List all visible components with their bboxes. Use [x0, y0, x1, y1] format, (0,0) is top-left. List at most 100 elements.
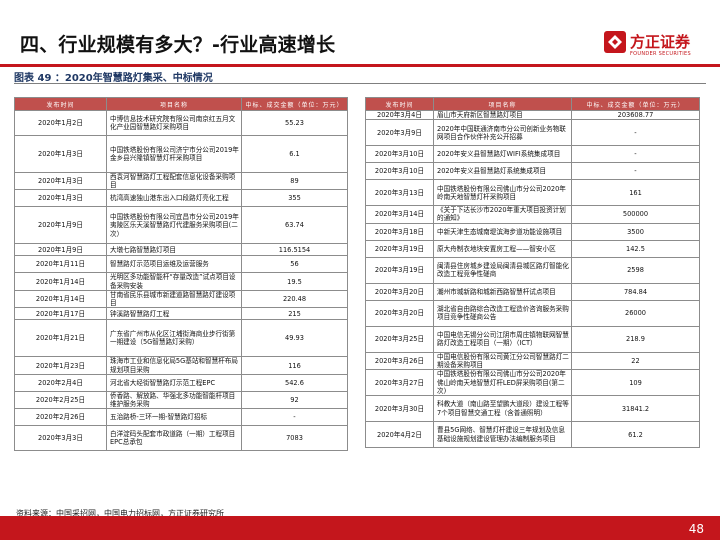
cell-amount: 22 [571, 351, 700, 371]
table-row: 2020年3月10日 2020年安义县智慧路灯WIFI系统集成项目 - [365, 145, 700, 164]
logo-text-en: FOUNDER SECURITIES [630, 51, 691, 57]
table-header-row: 发布时间 项目名称 中标、成交金额（单位：万元） [14, 97, 348, 111]
cell-date: 2020年2月4日 [14, 373, 107, 392]
cell-project-name: 2020年安义县智慧路灯系统集成项目 [433, 162, 572, 181]
cell-project-name: 潮州市城新路和城新西路智慧杆试点项目 [433, 282, 572, 301]
cell-amount: 19.5 [241, 272, 348, 291]
cell-amount: 7083 [241, 425, 348, 452]
cell-project-name: 白洋淀码头配套市政道路（一期）工程项目EPC总承包 [106, 425, 242, 452]
table-row: 2020年3月4日 眉山市天府新区智慧路灯项目 203608.77 [365, 109, 700, 121]
table-row: 2020年3月13日 中国铁塔股份有限公司佛山市分公司2020年岭南天地智慧灯杆采… [365, 179, 700, 207]
cell-date: 2020年3月10日 [365, 162, 434, 181]
cell-project-name: 《关于下达长沙市2020年重大项目投资计划的通知》 [433, 205, 572, 224]
table-row: 2020年3月10日 2020年安义县智慧路灯系统集成项目 - [365, 162, 700, 181]
cell-amount: 55.23 [241, 110, 348, 136]
table-row: 2020年1月17日 钟溪路智慧路灯工程 215 [14, 307, 348, 321]
cell-amount: - [571, 145, 700, 164]
cell-amount: 6.1 [241, 135, 348, 173]
cell-amount: 203608.77 [571, 109, 700, 121]
cell-amount: 56 [241, 255, 348, 274]
cell-date: 2020年3月10日 [365, 145, 434, 164]
table-row: 2020年3月9日 2020年中国联通济南市分公司创新业务物联网项目合作伙伴补充公… [365, 119, 700, 147]
cell-amount: 31841.2 [571, 395, 700, 423]
table-row: 2020年3月19日 原大舟制衣地块安置房工程——智安小区 142.5 [365, 239, 700, 258]
cell-date: 2020年4月2日 [365, 421, 434, 449]
footer-bar [0, 516, 720, 540]
cell-date: 2020年1月21日 [14, 319, 107, 358]
cell-amount: 220.48 [241, 289, 348, 309]
table-row: 2020年3月14日 《关于下达长沙市2020年重大项目投资计划的通知》 50000… [365, 205, 700, 224]
cell-amount: 63.74 [241, 206, 348, 245]
cell-amount: - [571, 162, 700, 181]
cell-amount: 500000 [571, 205, 700, 224]
cell-date: 2020年1月3日 [14, 135, 107, 173]
table-row: 2020年1月14日 甘南省民乐县城市新建道路智慧路灯建设项目 220.48 [14, 289, 348, 309]
cell-project-name: 中新天津生态城南堤滨海步道功能设施项目 [433, 222, 572, 241]
cell-project-name: 中博信息技术研究院有限公司南京红五月文化产业园智慧路灯采购项目 [106, 110, 242, 136]
logo-text-cn: 方正证券 [630, 33, 691, 51]
cell-project-name: 中国铁塔股份有限公司佛山市分公司2020年佛山岭南天地智慧灯杆LED屏采购项目(… [433, 369, 572, 397]
cell-date: 2020年3月19日 [365, 256, 434, 284]
table-row: 2020年3月27日 中国铁塔股份有限公司佛山市分公司2020年佛山岭南天地智慧灯… [365, 369, 700, 397]
cell-amount: 92 [241, 390, 348, 410]
page-title: 四、行业规模有多大？-行业高速增长 [20, 34, 336, 56]
cell-amount: 116 [241, 356, 348, 375]
table-header-row: 发布时间 项目名称 中标、成交金额（单位：万元） [365, 97, 700, 111]
cell-amount: 109 [571, 369, 700, 397]
bid-table-right: 发布时间 项目名称 中标、成交金额（单位：万元） 2020年3月4日 眉山市天府新… [365, 97, 700, 449]
founder-logo-icon [604, 31, 626, 53]
cell-amount: 784.84 [571, 282, 700, 301]
cell-date: 2020年3月25日 [365, 325, 434, 353]
figure-caption: 图表 49 ：2020年智慧路灯集采、中标情况 [14, 73, 213, 84]
cell-project-name: 五治路桥-三环一期-智慧路灯招标 [106, 408, 242, 427]
header-amount: 中标、成交金额（单位：万元） [241, 97, 348, 111]
cell-project-name: 中国铁塔股份有限公司佛山市分公司2020年岭南天地智慧灯杆采购项目 [433, 179, 572, 207]
cell-date: 2020年3月3日 [14, 425, 107, 452]
cell-amount: - [571, 119, 700, 147]
cell-project-name: 科教大道（南山路至望鹏大道段）建设工程等7个项目智慧交通工程（含普通照明） [433, 395, 572, 423]
cell-date: 2020年1月17日 [14, 307, 107, 321]
table-row: 2020年3月20日 潮州市城新路和城新西路智慧杆试点项目 784.84 [365, 282, 700, 301]
cell-project-name: 湖北省自由路综合改造工程造价咨询服务采购项目竞争性磋商公告 [433, 299, 572, 327]
cell-project-name: 曹县5G网络、智慧灯杆建设三年规划及信息基础设施规划建设管理办法编制服务项目 [433, 421, 572, 449]
cell-project-name: 侨香路、解放路、华强北多功能智能杆项目维护服务采购 [106, 390, 242, 410]
table-row: 2020年1月3日 杭湾高速独山港东出入口段路灯亮化工程 355 [14, 189, 348, 208]
cell-project-name: 2020年中国联通济南市分公司创新业务物联网项目合作伙伴补充公开招募 [433, 119, 572, 147]
cell-date: 2020年1月3日 [14, 189, 107, 208]
cell-amount: 161 [571, 179, 700, 207]
cell-amount: 355 [241, 189, 348, 208]
table-row: 2020年3月19日 闽清县住房城乡建设局闽清县城区路灯智能化改造工程竞争性磋商 2… [365, 256, 700, 284]
cell-date: 2020年2月26日 [14, 408, 107, 427]
cell-date: 2020年3月30日 [365, 395, 434, 423]
cell-date: 2020年3月18日 [365, 222, 434, 241]
header-date: 发布时间 [365, 97, 434, 111]
cell-project-name: 中国电信无锡分公司江阴市周庄镇物联网智慧路灯改造工程项目（一期）（ICT） [433, 325, 572, 353]
header-project: 项目名称 [106, 97, 242, 111]
cell-date: 2020年3月26日 [365, 351, 434, 371]
cell-project-name: 眉山市天府新区智慧路灯项目 [433, 109, 572, 121]
cell-amount: 116.5154 [241, 243, 348, 257]
table-row: 2020年1月14日 光明区多功能智能杆“存量改造”试点项目设备采购安装 19.5 [14, 272, 348, 291]
cell-date: 2020年1月2日 [14, 110, 107, 136]
cell-date: 2020年1月14日 [14, 272, 107, 291]
header-amount: 中标、成交金额（单位：万元） [571, 97, 700, 111]
table-row: 2020年2月25日 侨香路、解放路、华强北多功能智能杆项目维护服务采购 92 [14, 390, 348, 410]
cell-project-name: 中国铁塔股份有限公司济宁市分公司2019年金乡县兴隆镇智慧灯杆采购项目 [106, 135, 242, 173]
cell-project-name: 中国电信股份有限公司黄江分公司智慧路灯二期设备采购项目 [433, 351, 572, 371]
table-row: 2020年3月20日 湖北省自由路综合改造工程造价咨询服务采购项目竞争性磋商公告 2… [365, 299, 700, 327]
table-row: 2020年3月26日 中国电信股份有限公司黄江分公司智慧路灯二期设备采购项目 22 [365, 351, 700, 371]
table-row: 2020年3月3日 白洋淀码头配套市政道路（一期）工程项目EPC总承包 7083 [14, 425, 348, 452]
table-row: 2020年1月9日 大墩七路智慧路灯项目 116.5154 [14, 243, 348, 257]
cell-date: 2020年3月4日 [365, 109, 434, 121]
cell-project-name: 珠海市工业和信息化局5G基站和智慧杆布局规划项目采购 [106, 356, 242, 375]
cell-date: 2020年3月13日 [365, 179, 434, 207]
cell-project-name: 中国铁塔股份有限公司宜昌市分公司2019年夷陵区乐天溪智慧路灯代建服务采购项目(… [106, 206, 242, 245]
founder-securities-logo: 方正证券 FOUNDER SECURITIES [604, 31, 700, 65]
table-row: 2020年2月26日 五治路桥-三环一期-智慧路灯招标 - [14, 408, 348, 427]
cell-date: 2020年1月9日 [14, 243, 107, 257]
cell-date: 2020年1月9日 [14, 206, 107, 245]
cell-amount: 218.9 [571, 325, 700, 353]
cell-amount: 2598 [571, 256, 700, 284]
cell-project-name: 智慧路灯示范项目运维及运营服务 [106, 255, 242, 274]
cell-amount: 89 [241, 171, 348, 191]
